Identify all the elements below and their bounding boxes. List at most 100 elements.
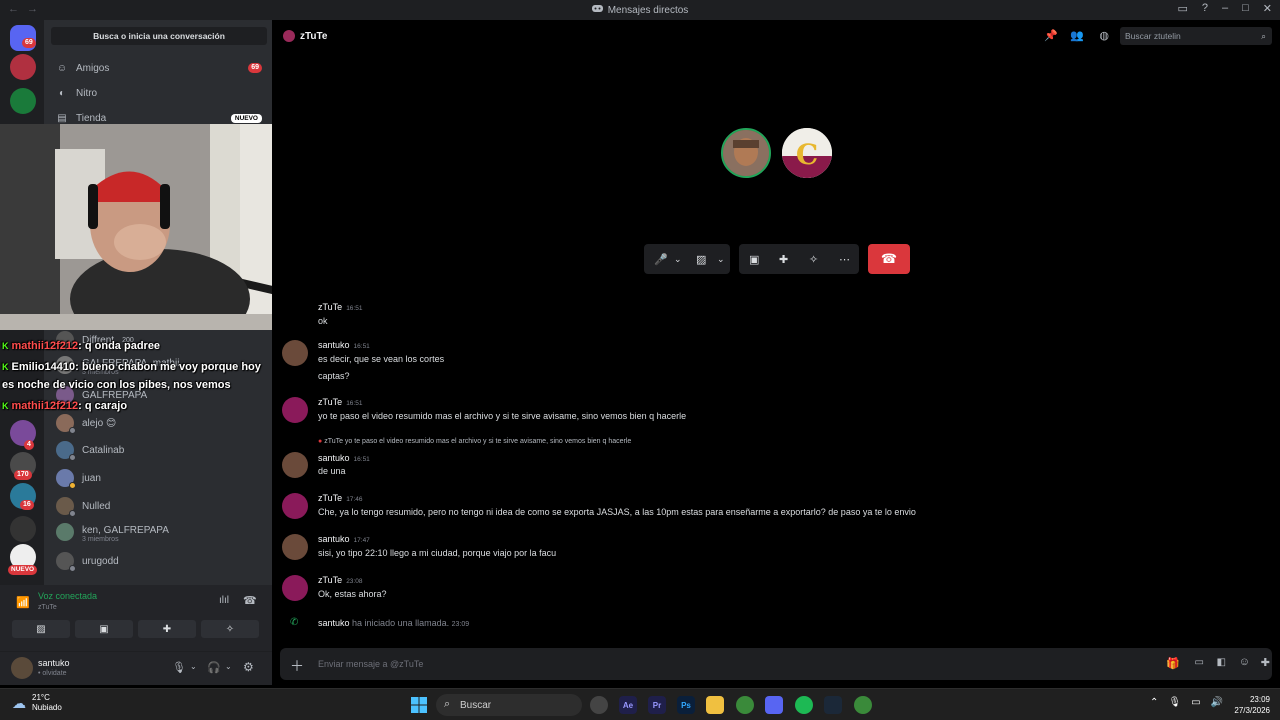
chevron-up-icon[interactable]: ⌃ [1150,697,1158,708]
camera-off-icon[interactable]: ▨ [696,253,706,266]
pin-icon[interactable]: 📌 [1044,29,1058,42]
avatar[interactable] [282,397,308,423]
forward-arrow-icon[interactable]: → [27,3,46,15]
message-author[interactable]: zTuTe 16:51 [318,397,362,407]
chevron-down-icon[interactable]: ⌄ [717,254,725,265]
add-friends-icon[interactable]: 👥 [1070,29,1084,42]
system-author[interactable]: santuko [318,618,350,628]
server-icon[interactable] [10,88,36,114]
chevron-down-icon[interactable]: ⌄ [225,662,232,671]
sticker-icon[interactable]: ◧ [1217,657,1226,668]
soundboard-button[interactable]: ✧ [201,620,259,638]
avatar[interactable] [282,534,308,560]
emoji-icon[interactable]: ☺ [1239,656,1250,668]
disconnect-icon[interactable]: ☎ [243,594,257,607]
signal-icon: 📶 [16,597,30,609]
shop-icon: ▤ [57,112,67,124]
avatar[interactable] [11,657,33,679]
soundboard-icon[interactable]: ✧ [809,253,818,266]
start-button[interactable] [410,696,428,714]
dm-item[interactable]: Catalinab [56,438,256,462]
nav-nitro[interactable]: ◐ Nitro [56,82,262,104]
dm-item[interactable]: Nulled [56,494,256,518]
noise-suppression-icon[interactable]: ılıl [219,595,229,606]
screen-share-icon[interactable]: ▣ [749,253,759,266]
taskbar-search[interactable]: ⌕ Buscar [436,694,582,716]
clock[interactable]: 23:09 27/3/2026 [1234,694,1270,716]
close-icon[interactable]: ✕ [1263,2,1272,15]
message-composer[interactable]: ＋ Enviar mensaje a @zTuTe 🎁 ▭ ◧ ☺ ✚ [280,648,1272,680]
server-badge: 4 [24,440,34,450]
chrome-icon[interactable] [736,696,754,714]
discord-icon[interactable] [765,696,783,714]
steam-icon[interactable] [824,696,842,714]
screen-share-button[interactable]: ▣ [75,620,133,638]
activities-icon[interactable]: ✚ [779,253,788,266]
premiere-icon[interactable]: Pr [648,696,666,714]
apps-icon[interactable]: ✚ [1261,656,1270,669]
reply-preview[interactable]: ● zTuTe yo te paso el video resumido mas… [318,438,631,445]
chevron-down-icon[interactable]: ⌄ [674,254,682,265]
help-icon[interactable]: ? [1202,2,1208,15]
server-icon[interactable] [10,516,36,542]
avatar[interactable] [282,452,308,478]
maximize-icon[interactable]: □ [1242,2,1249,15]
headphones-icon[interactable]: 🎧 [207,661,221,674]
end-call-button[interactable]: ☎ [868,244,910,274]
gift-icon[interactable]: 🎁 [1166,657,1180,670]
server-badge: 16 [20,500,34,510]
message-list: zTuTe 16:51 ok santuko 16:51 es decir, que… [272,298,1280,638]
inbox-icon[interactable]: ▭ [1177,2,1187,15]
more-icon[interactable]: ⋯ [839,253,850,266]
chevron-down-icon[interactable]: ⌄ [190,662,197,671]
mic-icon[interactable]: 🎤 [654,253,668,266]
server-icon[interactable] [10,54,36,80]
message-text: captas? [318,371,350,381]
find-conversation-button[interactable]: Busca o inicia una conversación [51,27,267,45]
participant-avatar[interactable] [721,128,771,178]
photoshop-icon[interactable]: Ps [677,696,695,714]
spotify-icon[interactable] [795,696,813,714]
message-author[interactable]: santuko 17:47 [318,534,370,544]
add-attachment-icon[interactable]: ＋ [290,656,304,676]
message-time: 23:08 [346,578,363,585]
nav-friends[interactable]: ☺ Amigos 69 [56,57,262,79]
avatar[interactable] [282,340,308,366]
message-author[interactable]: zTuTe 16:51 [318,302,362,312]
avatar [283,30,295,42]
camera-button[interactable]: ▨ [12,620,70,638]
message-author[interactable]: zTuTe 23:08 [318,575,362,585]
avatar [56,441,76,461]
file-explorer-icon[interactable] [706,696,724,714]
chrome-icon[interactable] [854,696,872,714]
voice-channel[interactable]: zTuTe [38,604,57,611]
search-input[interactable]: Buscar ztutelin ⌕ [1120,27,1272,45]
avatar[interactable] [282,575,308,601]
message-author[interactable]: santuko 16:51 [318,340,370,350]
participant-avatar[interactable]: C [782,128,832,178]
volume-icon[interactable]: 🔊 [1211,697,1223,708]
message-author[interactable]: santuko 16:51 [318,453,370,463]
back-arrow-icon[interactable]: ← [8,3,27,15]
dm-item[interactable]: ken, GALFREPAPA 3 miembros [56,520,256,544]
user-panel: santuko • olvidate 🎙 ⌄ 🎧 ⌄ ⚙ [0,651,272,685]
avatar[interactable] [282,493,308,519]
weather-widget[interactable]: ☁ 21°C Nubiado [12,693,62,713]
activities-button[interactable]: ✚ [138,620,196,638]
mic-icon[interactable]: 🎙 [172,661,186,674]
app-icon[interactable] [590,696,608,714]
user-profile-icon[interactable]: ◍ [1099,29,1109,42]
history-nav[interactable]: ←→ [8,3,46,15]
gif-icon[interactable]: ▭ [1195,657,1204,668]
network-icon[interactable]: ▭ [1191,697,1200,708]
minimize-icon[interactable]: – [1222,2,1228,15]
gear-icon[interactable]: ⚙ [243,660,254,674]
message-author[interactable]: zTuTe 17:46 [318,493,362,503]
channel-name[interactable]: zTuTe [300,31,327,42]
mic-icon[interactable]: 🎙 [1168,697,1181,708]
dm-item[interactable]: juan [56,466,256,490]
dm-item[interactable]: urugodd [56,549,256,573]
after-effects-icon[interactable]: Ae [619,696,637,714]
dm-item[interactable]: alejo 😊 [56,411,256,435]
webcam-overlay [0,124,311,330]
